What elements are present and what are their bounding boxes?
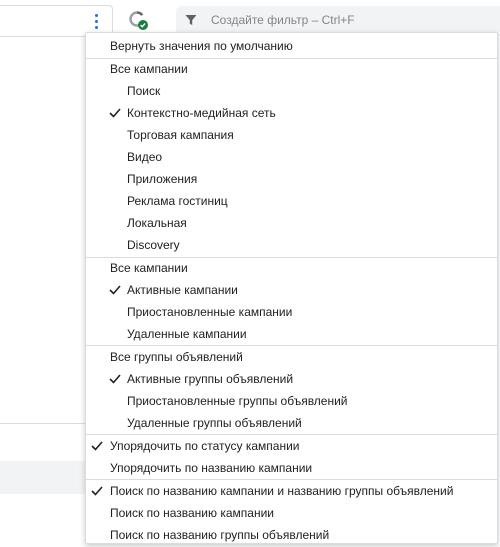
sync-status-icon[interactable] [127,9,149,31]
menu-item-display-network[interactable]: Контекстно-медийная сеть [86,102,497,124]
menu-item-label: Удаленные группы объявлений [127,416,302,430]
menu-item-search-campaign-and-adgroup[interactable]: Поиск по названию кампании и названию гр… [86,480,497,502]
menu-header-all-campaigns[interactable]: Все кампании [86,58,497,80]
menu-item-label: Локальная [127,216,187,230]
menu-item-label: Все кампании [110,62,188,76]
menu-item-label: Приостановленные кампании [127,305,293,319]
menu-item-label: Поиск по названию кампании [110,506,274,520]
menu-item-label: Активные группы объявлений [127,372,294,386]
menu-item-removed-adgroups[interactable]: Удаленные группы объявлений [86,412,497,434]
menu-item-label: Вернуть значения по умолчанию [110,39,293,53]
menu-item-label: Все группы объявлений [110,350,243,364]
menu-item-label: Поиск [127,84,161,98]
menu-item-local[interactable]: Локальная [86,212,497,234]
menu-item-search-campaign[interactable]: Поиск по названию кампании [86,502,497,524]
menu-item-label: Приостановленные группы объявлений [127,394,348,408]
table-divider [0,423,86,424]
menu-item-apps[interactable]: Приложения [86,168,497,190]
menu-item-label: Активные кампании [127,283,238,297]
menu-item-reset-defaults[interactable]: Вернуть значения по умолчанию [86,35,497,57]
filter-placeholder[interactable]: Создайте фильтр – Ctrl+F [211,13,355,27]
menu-item-sort-by-name[interactable]: Упорядочить по названию кампании [86,457,497,479]
checkmark-icon [109,108,121,118]
menu-item-label: Поиск по названию кампании и названию гр… [110,484,454,498]
menu-item-active-campaigns[interactable]: Активные кампании [86,279,497,301]
menu-header-all-adgroups[interactable]: Все группы объявлений [86,346,497,368]
menu-item-shopping[interactable]: Торговая кампания [86,124,497,146]
menu-item-label: Контекстно-медийная сеть [127,106,276,120]
menu-header-all-campaigns-status[interactable]: Все кампании [86,257,497,279]
menu-item-label: Discovery [127,238,180,252]
filter-icon [185,15,197,25]
checkmark-icon [91,486,103,496]
menu-item-label: Реклама гостиниц [127,194,228,208]
checkmark-icon [109,374,121,384]
menu-item-label: Приложения [127,172,198,186]
menu-item-paused-adgroups[interactable]: Приостановленные группы объявлений [86,390,497,412]
options-menu: Вернуть значения по умолчанию Все кампан… [85,32,498,544]
table-row-highlight [0,461,86,494]
menu-item-label: Упорядочить по статусу кампании [110,439,300,453]
menu-item-discovery[interactable]: Discovery [86,234,497,256]
checkmark-icon [91,441,103,451]
checkmark-icon [109,285,121,295]
menu-item-paused-campaigns[interactable]: Приостановленные кампании [86,301,497,323]
menu-item-active-adgroups[interactable]: Активные группы объявлений [86,368,497,390]
menu-item-label: Торговая кампания [127,128,234,142]
menu-item-search[interactable]: Поиск [86,80,497,102]
menu-item-label: Поиск по названию группы объявлений [110,528,330,542]
menu-item-video[interactable]: Видео [86,146,497,168]
menu-item-sort-by-status[interactable]: Упорядочить по статусу кампании [86,435,497,457]
menu-item-label: Удаленные кампании [127,327,247,341]
menu-item-label: Упорядочить по названию кампании [110,461,313,475]
more-vert-icon[interactable] [88,10,104,32]
menu-item-removed-campaigns[interactable]: Удаленные кампании [86,323,497,345]
menu-item-label: Видео [127,150,163,164]
menu-item-label: Все кампании [110,261,188,275]
menu-item-hotel-ads[interactable]: Реклама гостиниц [86,190,497,212]
menu-item-search-adgroup[interactable]: Поиск по названию группы объявлений [86,524,497,546]
